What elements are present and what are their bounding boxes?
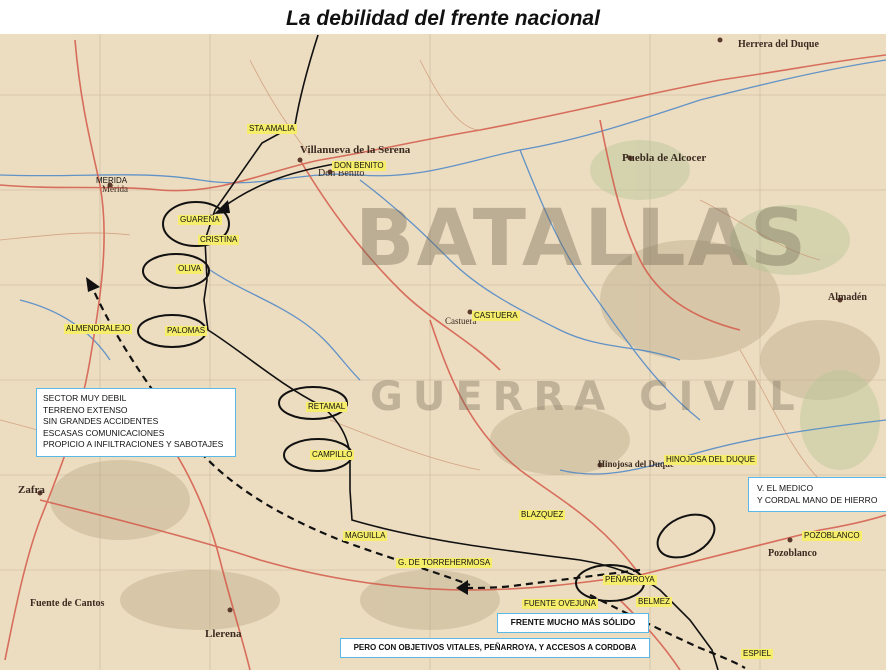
label-castuera: CASTUERA: [472, 311, 520, 321]
note-medico: V. EL MEDICO Y CORDAL MANO DE HIERRO: [748, 477, 886, 512]
note-weak-line-1: SECTOR MUY DEBIL: [43, 393, 127, 403]
town-almaden: Almadén: [828, 292, 867, 303]
label-almendralejo: ALMENDRALEJO: [64, 324, 133, 334]
label-fuente-ovejuna: FUENTE OVEJUNA: [522, 599, 599, 609]
label-merida: MERIDA: [96, 176, 128, 185]
label-don-benito: DON BENITO: [332, 161, 386, 171]
town-pozoblanco: Pozoblanco: [768, 548, 817, 559]
town-puebla-alcocer: Puebla de Alcocer: [622, 152, 707, 164]
label-penarroya: PEÑARROYA: [603, 575, 657, 585]
watermark-line2: GUERRA CIVIL: [370, 374, 805, 420]
map-area: BATALLAS GUERRA CIVIL Villanueva de la S…: [0, 34, 886, 670]
note-medico-line-1: V. EL MEDICO: [757, 483, 814, 493]
map-title: La debilidad del frente nacional: [0, 0, 886, 34]
note-weak-line-2: TERRENO EXTENSO: [43, 404, 128, 415]
note-objectives: PERO CON OBJETIVOS VITALES, PEÑARROYA, Y…: [340, 638, 650, 658]
label-belmez: BELMEZ: [636, 597, 673, 607]
label-retamal: RETAMAL: [306, 402, 348, 412]
map-drawing: [0, 34, 886, 670]
label-oliva: OLIVA: [176, 264, 203, 274]
label-hinojosa: HINOJOSA DEL DUQUE: [664, 455, 758, 465]
label-cristina: CRISTINA: [198, 235, 240, 245]
town-llerena: Llerena: [205, 628, 242, 640]
label-torrehermosa: G. DE TORREHERMOSA: [396, 558, 493, 568]
map-figure: La debilidad del frente nacional BATALLA…: [0, 0, 886, 670]
note-weak-sector: SECTOR MUY DEBIL TERRENO EXTENSO SIN GRA…: [36, 388, 236, 457]
town-hinojosa: Hinojosa del Duque: [598, 459, 675, 469]
town-fuente-cantos: Fuente de Cantos: [30, 598, 105, 609]
label-espiel: ESPIEL: [741, 649, 774, 659]
label-pozoblanco: POZOBLANCO: [802, 531, 862, 541]
note-objectives-text: PERO CON OBJETIVOS VITALES, PEÑARROYA, Y…: [353, 643, 637, 652]
label-palomas: PALOMAS: [165, 326, 208, 336]
note-weak-line-3: SIN GRANDES ACCIDENTES: [43, 416, 159, 426]
town-villanueva: Villanueva de la Serena: [300, 144, 411, 156]
dashed-arrow-head-1: [86, 277, 100, 292]
label-guarena: GUAREÑA: [178, 215, 222, 225]
town-herrera: Herrera del Duque: [738, 39, 819, 50]
watermark-line1: BATALLAS: [355, 194, 809, 284]
note-solid-front-text: FRENTE MUCHO MÁS SÓLIDO: [510, 617, 636, 627]
note-medico-line-2: Y CORDAL MANO DE HIERRO: [757, 494, 878, 505]
note-weak-line-4: ESCASAS COMUNICACIONES: [43, 427, 165, 438]
watermark-sub: GUERRA CIVIL: [370, 374, 805, 420]
town-zafra: Zafra: [18, 484, 45, 496]
label-blazquez: BLAZQUEZ: [519, 510, 566, 520]
label-campillo: CAMPILLO: [310, 450, 355, 460]
watermark: BATALLAS: [355, 199, 808, 279]
note-weak-line-5: PROPICIO A INFILTRACIONES Y SABOTAJES: [43, 439, 224, 449]
note-solid-front: FRENTE MUCHO MÁS SÓLIDO: [497, 613, 649, 633]
label-sta-amalia: STA AMALIA: [247, 124, 297, 134]
label-maguilla: MAGUILLA: [343, 531, 388, 541]
